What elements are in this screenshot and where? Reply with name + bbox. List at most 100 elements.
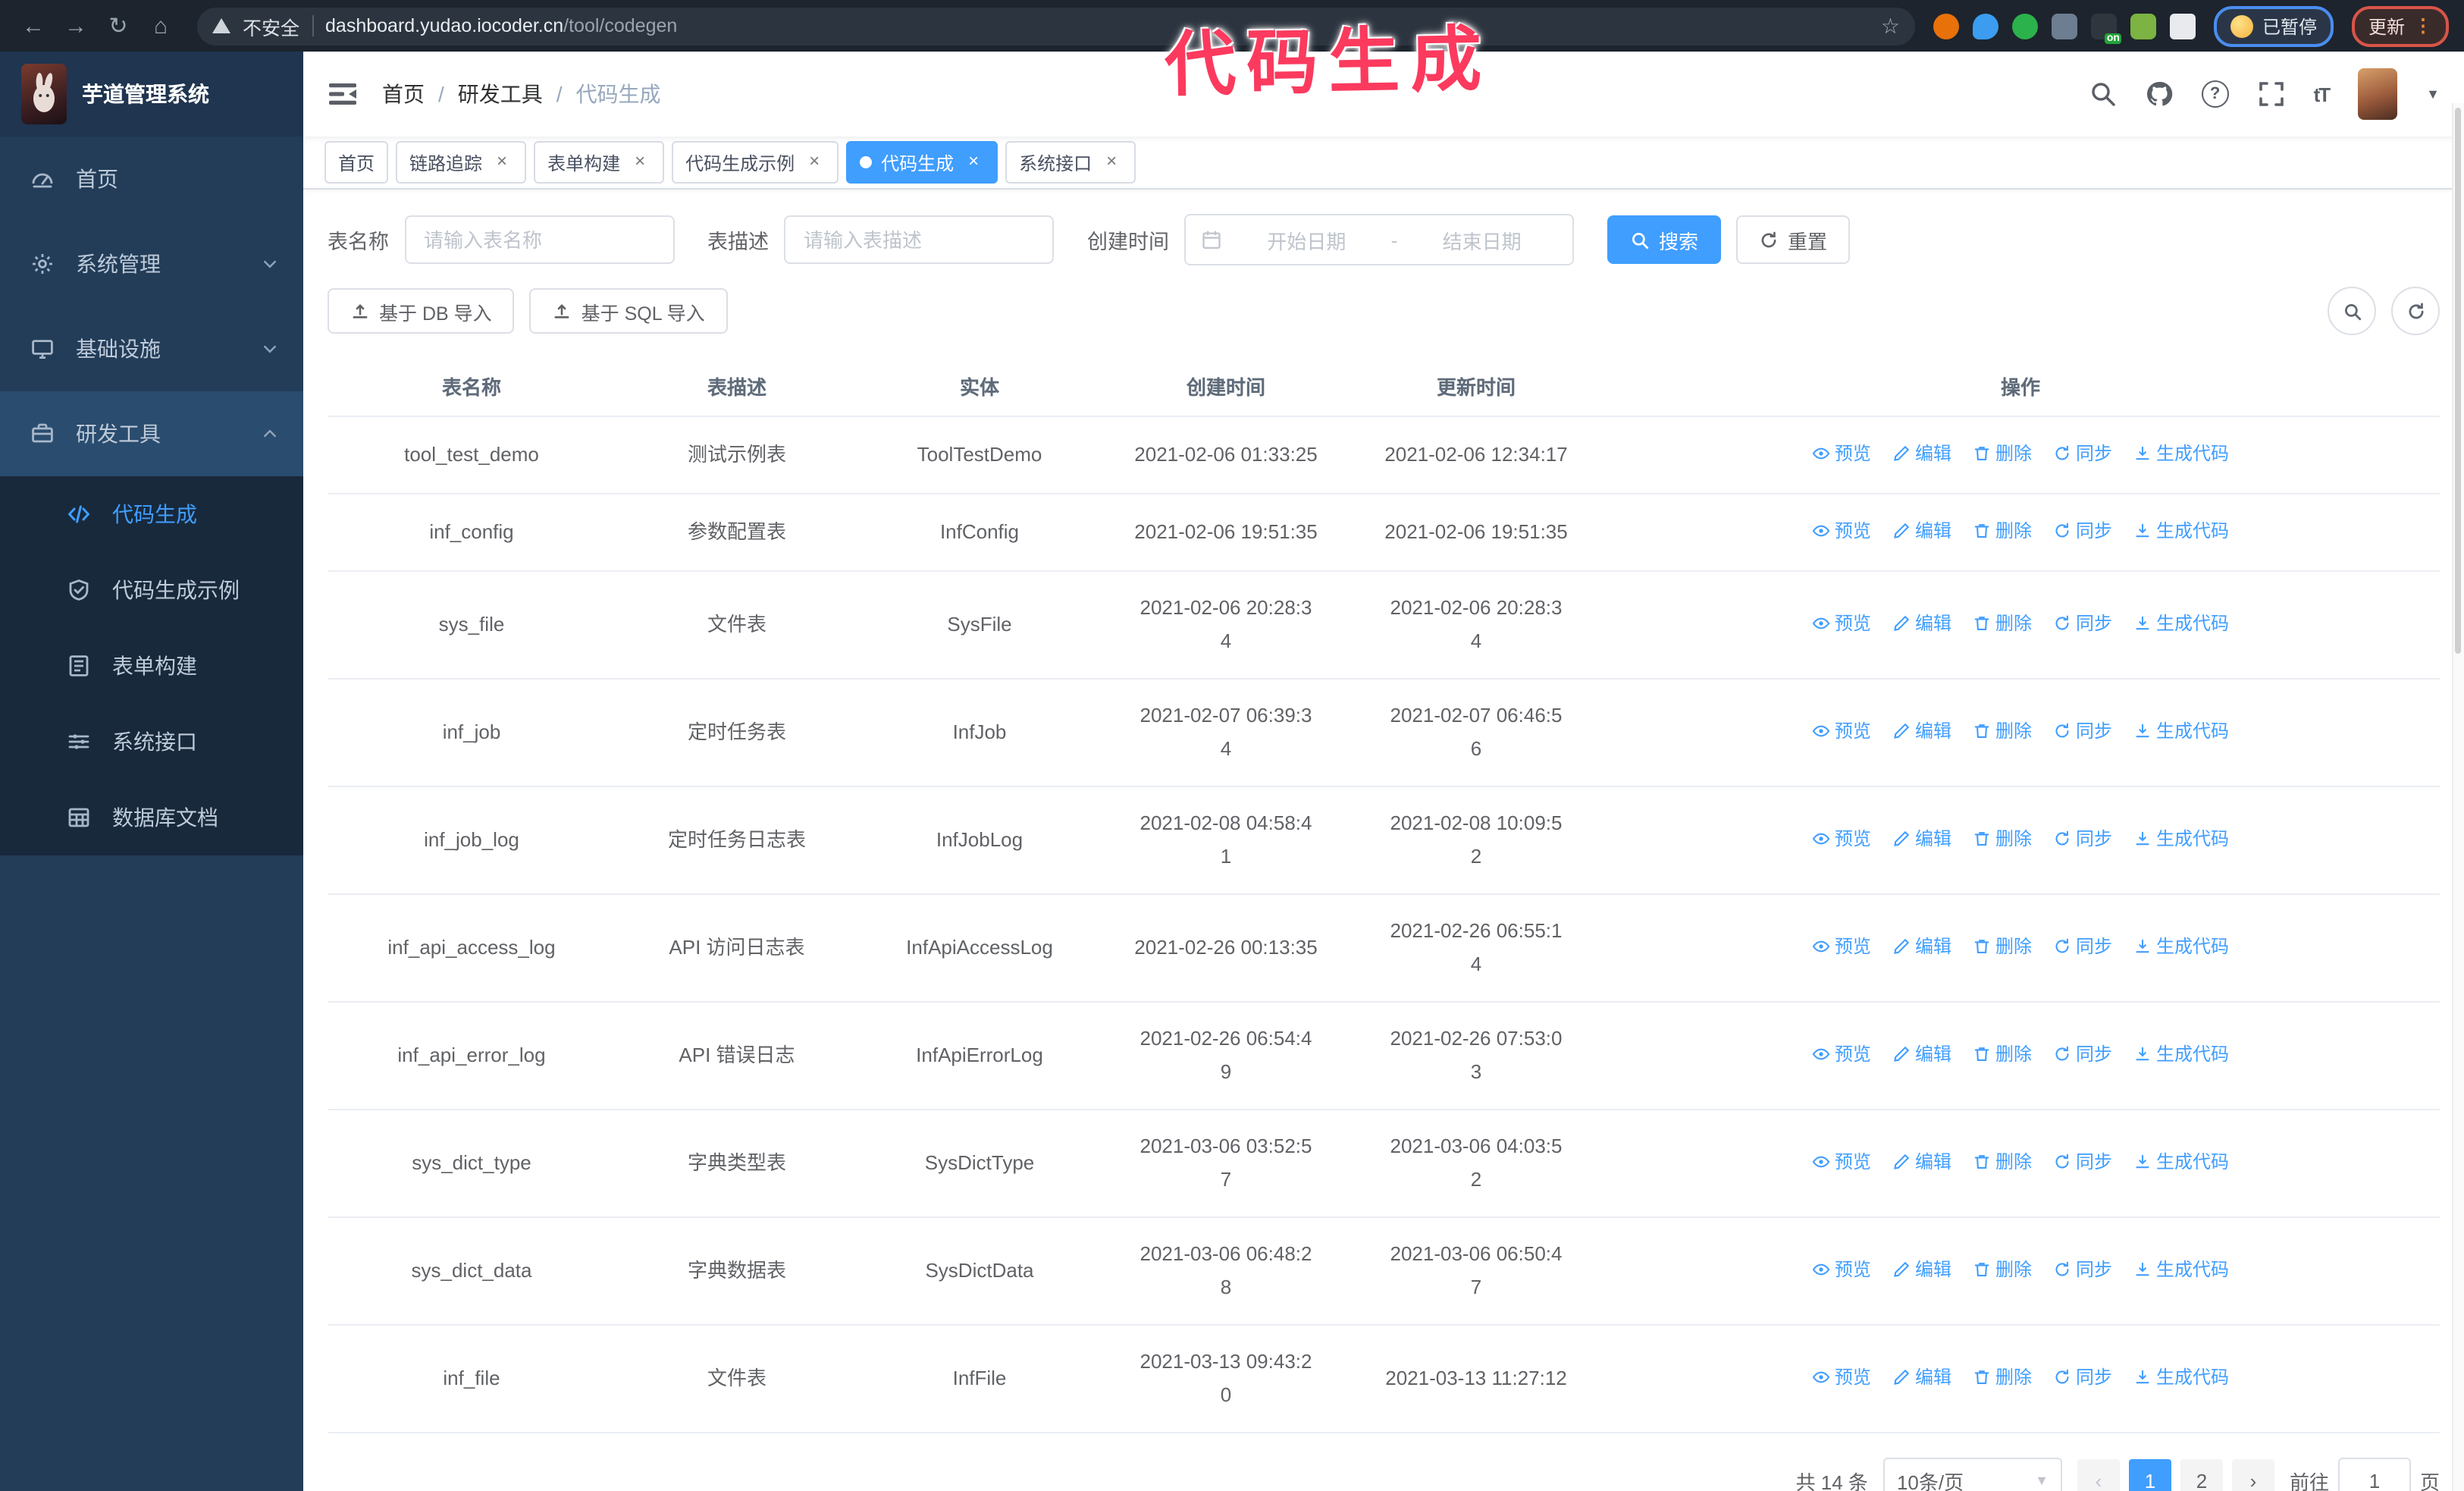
edit-action-link[interactable]: 编辑 [1892, 1361, 1951, 1394]
delete-action-link[interactable]: 删除 [1973, 514, 2032, 548]
github-icon[interactable] [2146, 80, 2173, 108]
sync-action-link[interactable]: 同步 [2053, 1145, 2112, 1179]
app-logo[interactable]: 芋道管理系统 [0, 52, 303, 137]
sidebar-item-系统管理[interactable]: 系统管理 [0, 221, 303, 306]
extension-orange-icon[interactable] [1933, 13, 1959, 39]
fullscreen-icon[interactable] [2258, 80, 2285, 108]
page-button-2[interactable]: 2 [2180, 1459, 2223, 1491]
preview-action-link[interactable]: 预览 [1812, 1037, 1871, 1071]
refresh-button[interactable] [2391, 287, 2440, 335]
search-button[interactable]: 搜索 [1607, 215, 1722, 264]
delete-action-link[interactable]: 删除 [1973, 1037, 2032, 1071]
sync-action-link[interactable]: 同步 [2053, 1253, 2112, 1286]
sync-action-link[interactable]: 同步 [2053, 514, 2112, 548]
edit-action-link[interactable]: 编辑 [1892, 1145, 1951, 1179]
generate-action-link[interactable]: 生成代码 [2133, 1361, 2229, 1394]
delete-action-link[interactable]: 删除 [1973, 714, 2032, 748]
sidebar-subitem-代码生成示例[interactable]: 代码生成示例 [0, 552, 303, 628]
tab-系统接口[interactable]: 系统接口 × [1005, 141, 1136, 184]
preview-action-link[interactable]: 预览 [1812, 437, 1871, 470]
sidebar-toggle-icon[interactable] [328, 79, 358, 109]
edit-action-link[interactable]: 编辑 [1892, 714, 1951, 748]
extension-green-check-icon[interactable] [2011, 13, 2038, 39]
edit-action-link[interactable]: 编辑 [1892, 514, 1951, 548]
generate-action-link[interactable]: 生成代码 [2133, 1037, 2229, 1071]
preview-action-link[interactable]: 预览 [1812, 1253, 1871, 1286]
delete-action-link[interactable]: 删除 [1973, 437, 2032, 470]
tab-close-icon[interactable]: × [1101, 151, 1122, 173]
sync-action-link[interactable]: 同步 [2053, 607, 2112, 640]
generate-action-link[interactable]: 生成代码 [2133, 714, 2229, 748]
sidebar-item-研发工具[interactable]: 研发工具 [0, 391, 303, 476]
tab-close-icon[interactable]: × [629, 151, 650, 173]
breadcrumb-tools[interactable]: 研发工具 [458, 79, 543, 109]
extension-puzzle-icon[interactable] [2169, 13, 2196, 39]
generate-action-link[interactable]: 生成代码 [2133, 514, 2229, 548]
page-button-1[interactable]: 1 [2128, 1459, 2171, 1491]
bookmark-star-icon[interactable]: ☆ [1881, 13, 1900, 39]
back-icon[interactable]: ← [15, 8, 52, 44]
font-size-icon[interactable]: tT [2314, 83, 2331, 105]
generate-action-link[interactable]: 生成代码 [2133, 607, 2229, 640]
delete-action-link[interactable]: 删除 [1973, 1361, 2032, 1394]
user-avatar[interactable] [2358, 68, 2398, 120]
chrome-update-button[interactable]: 更新 ⋮ [2351, 5, 2449, 46]
table-name-input[interactable] [404, 215, 674, 264]
delete-action-link[interactable]: 删除 [1973, 822, 2032, 855]
profile-paused-badge[interactable]: 已暂停 [2213, 5, 2334, 46]
sync-action-link[interactable]: 同步 [2053, 714, 2112, 748]
edit-action-link[interactable]: 编辑 [1892, 437, 1951, 470]
toggle-search-button[interactable] [2328, 287, 2376, 335]
help-icon[interactable]: ? [2201, 80, 2229, 108]
extension-green-bot-icon[interactable] [2130, 13, 2156, 39]
import-db-button[interactable]: 基于 DB 导入 [328, 288, 515, 334]
edit-action-link[interactable]: 编辑 [1892, 1037, 1951, 1071]
date-range-picker[interactable]: 开始日期 - 结束日期 [1184, 214, 1574, 265]
preview-action-link[interactable]: 预览 [1812, 1361, 1871, 1394]
preview-action-link[interactable]: 预览 [1812, 1145, 1871, 1179]
extension-grid-icon[interactable] [2051, 13, 2077, 39]
delete-action-link[interactable]: 删除 [1973, 607, 2032, 640]
sidebar-subitem-表单构建[interactable]: 表单构建 [0, 628, 303, 704]
preview-action-link[interactable]: 预览 [1812, 822, 1871, 855]
sidebar-subitem-系统接口[interactable]: 系统接口 [0, 704, 303, 780]
generate-action-link[interactable]: 生成代码 [2133, 437, 2229, 470]
tab-代码生成示例[interactable]: 代码生成示例 × [672, 141, 839, 184]
browser-menu-icon[interactable]: ⋮ [2414, 15, 2432, 36]
delete-action-link[interactable]: 删除 [1973, 930, 2032, 963]
delete-action-link[interactable]: 删除 [1973, 1145, 2032, 1179]
page-size-select[interactable]: 10条/页 ▼ [1882, 1458, 2062, 1491]
page-scrollbar[interactable] [2452, 103, 2464, 1491]
edit-action-link[interactable]: 编辑 [1892, 930, 1951, 963]
tab-代码生成[interactable]: 代码生成 × [846, 141, 998, 184]
breadcrumb-home[interactable]: 首页 [382, 79, 425, 109]
generate-action-link[interactable]: 生成代码 [2133, 822, 2229, 855]
sync-action-link[interactable]: 同步 [2053, 930, 2112, 963]
preview-action-link[interactable]: 预览 [1812, 930, 1871, 963]
extension-blue-drop-icon[interactable] [1972, 13, 1998, 39]
tab-表单构建[interactable]: 表单构建 × [534, 141, 665, 184]
extension-onbox-icon[interactable]: on [2090, 13, 2121, 43]
table-desc-input[interactable] [784, 215, 1054, 264]
edit-action-link[interactable]: 编辑 [1892, 607, 1951, 640]
reset-button[interactable]: 重置 [1736, 215, 1851, 264]
prev-page-button[interactable]: ‹ [2077, 1459, 2120, 1491]
preview-action-link[interactable]: 预览 [1812, 607, 1871, 640]
sync-action-link[interactable]: 同步 [2053, 822, 2112, 855]
tab-close-icon[interactable]: × [804, 151, 825, 173]
generate-action-link[interactable]: 生成代码 [2133, 1253, 2229, 1286]
sidebar-subitem-代码生成[interactable]: 代码生成 [0, 476, 303, 552]
search-icon[interactable] [2089, 80, 2117, 108]
sidebar-item-基础设施[interactable]: 基础设施 [0, 306, 303, 391]
generate-action-link[interactable]: 生成代码 [2133, 1145, 2229, 1179]
edit-action-link[interactable]: 编辑 [1892, 822, 1951, 855]
tab-链路追踪[interactable]: 链路追踪 × [396, 141, 527, 184]
generate-action-link[interactable]: 生成代码 [2133, 930, 2229, 963]
edit-action-link[interactable]: 编辑 [1892, 1253, 1951, 1286]
import-sql-button[interactable]: 基于 SQL 导入 [529, 288, 728, 334]
scrollbar-thumb[interactable] [2455, 108, 2461, 654]
reload-icon[interactable]: ↻ [100, 8, 136, 44]
preview-action-link[interactable]: 预览 [1812, 514, 1871, 548]
sync-action-link[interactable]: 同步 [2053, 1037, 2112, 1071]
address-bar[interactable]: 不安全 dashboard.yudao.iocoder.cn/tool/code… [197, 7, 1915, 45]
